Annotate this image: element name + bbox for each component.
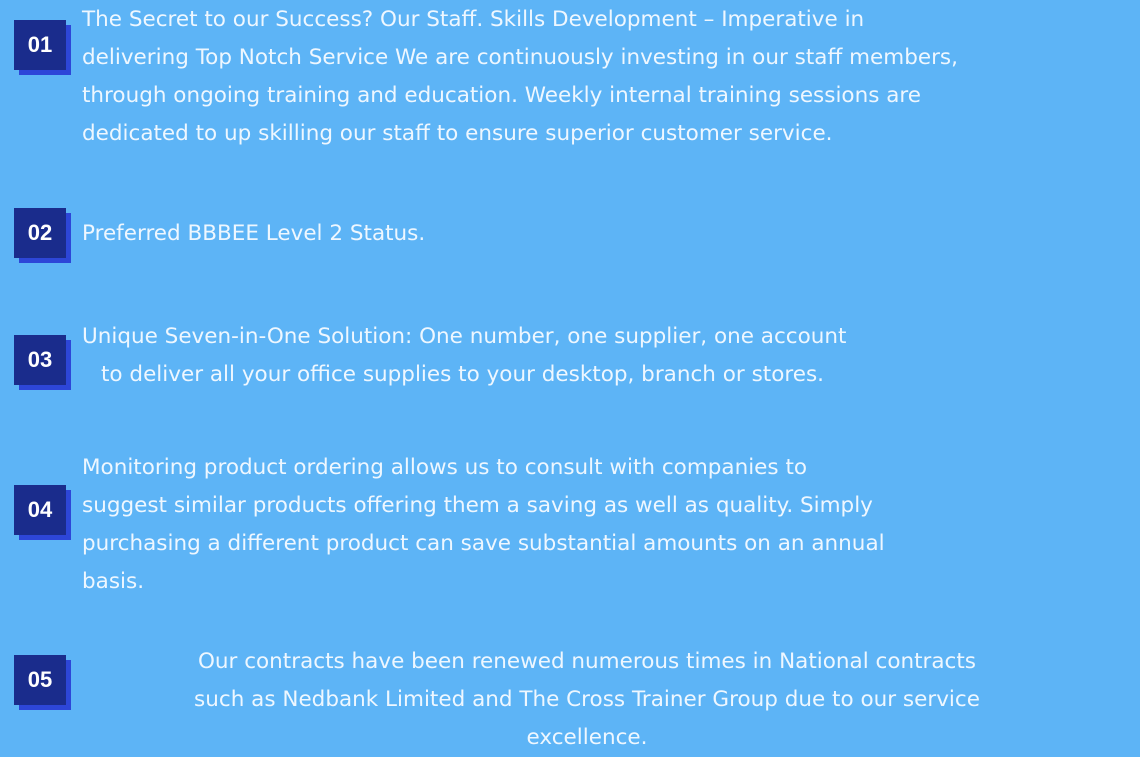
item-01-line-2: delivering Top Notch Service We are cont… — [82, 45, 958, 70]
item-05-line-3: excellence. — [526, 725, 648, 750]
item-01-text: The Secret to our Success? Our Staff. Sk… — [82, 1, 958, 153]
item-03-text: Unique Seven-in-One Solution: One number… — [82, 318, 846, 394]
item-02-line-1: Preferred BBBEE Level 2 Status. — [82, 221, 426, 246]
item-03-line-2: to deliver all your office supplies to y… — [101, 362, 824, 387]
item-05-text: Our contracts have been renewed numerous… — [82, 643, 1092, 757]
item-01-line-4: dedicated to up skilling our staff to en… — [82, 121, 833, 146]
item-04-line-4: basis. — [82, 569, 145, 594]
item-03-line-1: Unique Seven-in-One Solution: One number… — [82, 324, 847, 349]
number-badge-02: 02 — [14, 208, 66, 258]
number-badge-05: 05 — [14, 655, 66, 705]
item-01-line-3: through ongoing training and education. … — [82, 83, 922, 108]
item-04-text: Monitoring product ordering allows us to… — [82, 449, 885, 601]
item-04-line-2: suggest similar products offering them a… — [82, 493, 873, 518]
item-05-line-2: such as Nedbank Limited and The Cross Tr… — [194, 687, 980, 712]
item-04-line-1: Monitoring product ordering allows us to… — [82, 455, 808, 480]
item-01-line-1: The Secret to our Success? Our Staff. Sk… — [82, 7, 865, 32]
number-badge-04: 04 — [14, 485, 66, 535]
item-05-line-1: Our contracts have been renewed numerous… — [197, 649, 977, 674]
item-04-line-3: purchasing a different product can save … — [82, 531, 885, 556]
item-02-text: Preferred BBBEE Level 2 Status. — [82, 215, 425, 253]
number-badge-03: 03 — [14, 335, 66, 385]
number-badge-01: 01 — [14, 20, 66, 70]
